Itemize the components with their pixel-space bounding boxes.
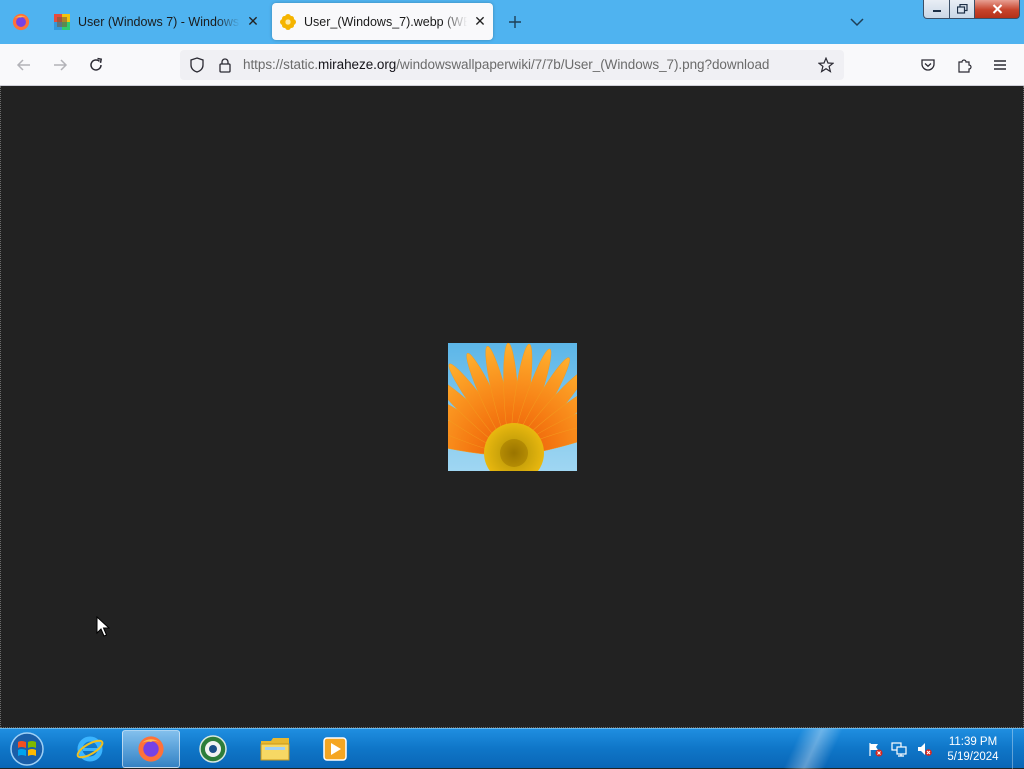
page-viewport <box>0 86 1024 728</box>
folder-icon <box>260 738 290 761</box>
plus-icon <box>509 16 521 28</box>
close-tab-icon[interactable]: ✕ <box>467 13 493 30</box>
flower-image[interactable] <box>448 343 577 471</box>
volume-muted-icon[interactable] <box>916 741 932 757</box>
tab-strip: User (Windows 7) - Windows 7 Wallpaper W… <box>0 0 1024 44</box>
firefox-view-button[interactable] <box>0 0 42 44</box>
close-tab-icon[interactable]: ✕ <box>240 13 266 30</box>
firefox-icon <box>12 13 30 31</box>
close-window-button[interactable] <box>974 0 1020 19</box>
arrow-right-icon <box>54 59 68 71</box>
windows-taskbar: 11:39 PM 5/19/2024 <box>0 728 1024 769</box>
shield-icon[interactable] <box>189 57 205 73</box>
reload-button[interactable] <box>84 53 108 77</box>
flower-favicon-icon <box>280 13 296 30</box>
mouse-pointer-icon <box>96 616 110 637</box>
wiki-favicon-icon <box>54 13 70 30</box>
taskbar-media-player[interactable] <box>306 730 364 768</box>
back-button[interactable] <box>12 53 36 77</box>
puzzle-piece-icon <box>958 59 972 73</box>
internet-explorer-icon <box>76 736 104 762</box>
network-icon[interactable] <box>891 741 907 757</box>
navigation-toolbar: https://static.miraheze.org/windowswallp… <box>0 44 1024 86</box>
new-tab-button[interactable] <box>502 9 528 35</box>
clock-time: 11:39 PM <box>948 736 998 748</box>
arrow-left-icon <box>16 59 30 71</box>
taskbar-firefox[interactable] <box>122 730 180 768</box>
lock-icon[interactable] <box>217 57 233 73</box>
firefox-icon <box>138 736 164 762</box>
hamburger-menu-icon <box>994 60 1006 70</box>
url-host: miraheze.org <box>318 57 397 72</box>
url-prefix: https://static. <box>243 57 319 72</box>
media-player-icon <box>323 737 347 761</box>
restore-button[interactable] <box>949 0 975 19</box>
tab-title: User (Windows 7) - Windows 7 Wallpaper W… <box>78 14 240 29</box>
orange-daisy-image <box>448 343 577 471</box>
minimize-button[interactable] <box>923 0 950 19</box>
taskbar-clock[interactable]: 11:39 PM 5/19/2024 <box>940 735 1006 765</box>
minimize-icon <box>932 10 941 12</box>
close-icon <box>992 4 1002 14</box>
taskbar-internet-explorer[interactable] <box>61 730 119 768</box>
url-text[interactable]: https://static.miraheze.org/windowswallp… <box>243 57 769 72</box>
clock-date: 5/19/2024 <box>947 751 999 763</box>
chevron-down-icon <box>850 18 864 27</box>
media-center-icon <box>199 735 227 763</box>
tab-webp-image[interactable]: User_(Windows_7).webp (WEBP Image) ✕ <box>272 3 493 40</box>
reload-icon <box>90 57 103 71</box>
app-menu-button[interactable] <box>988 53 1012 77</box>
system-tray <box>862 729 942 769</box>
forward-button[interactable] <box>48 53 72 77</box>
tab-title: User_(Windows_7).webp (WEBP Image) <box>304 14 467 29</box>
list-all-tabs-button[interactable] <box>845 10 869 34</box>
taskbar-windows-explorer[interactable] <box>246 730 304 768</box>
show-desktop-button[interactable] <box>1012 729 1024 769</box>
pocket-icon <box>921 59 935 71</box>
extensions-button[interactable] <box>952 53 976 77</box>
star-bookmark-icon[interactable] <box>818 57 834 73</box>
tab-wiki-page[interactable]: User (Windows 7) - Windows 7 Wallpaper W… <box>46 3 266 40</box>
windows-logo-icon <box>10 732 44 766</box>
url-path: /windowswallpaperwiki/7/7b/User_(Windows… <box>396 57 770 72</box>
pocket-button[interactable] <box>916 53 940 77</box>
start-button[interactable] <box>4 730 50 768</box>
taskbar-media-center[interactable] <box>184 730 242 768</box>
address-bar[interactable]: https://static.miraheze.org/windowswallp… <box>180 50 844 80</box>
restore-icon <box>956 4 968 14</box>
action-center-flag-icon[interactable] <box>867 741 883 757</box>
